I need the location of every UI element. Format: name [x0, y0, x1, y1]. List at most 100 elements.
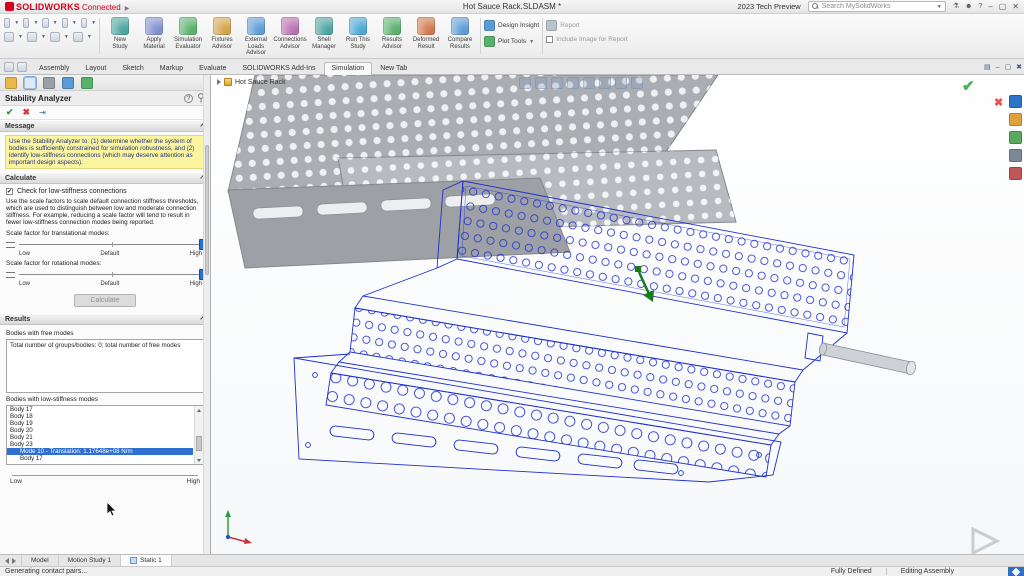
rebuild-icon[interactable] [27, 32, 37, 42]
list-item-body-19[interactable]: Body 19 [7, 420, 193, 427]
ribbon-button-shell-manager[interactable]: Shell Manager [307, 16, 341, 57]
previous-view-icon[interactable] [551, 77, 563, 89]
scrollbar-thumb[interactable] [196, 436, 202, 451]
design-insight-button[interactable]: Design Insight [484, 20, 539, 31]
list-item-body-18[interactable]: Body 18 [7, 413, 193, 420]
help-icon[interactable]: ? [184, 94, 193, 103]
ribbon-button-new-study[interactable]: New Study [103, 16, 137, 57]
translational-slider-track[interactable] [19, 239, 204, 250]
search-input[interactable]: Search MySolidWorks ▼ [808, 1, 946, 12]
fast-forward-icon[interactable]: ⇥ [39, 108, 46, 117]
low-stiffness-listbox[interactable]: Body 17Body 18Body 19Body 20Body 21Body … [6, 405, 204, 465]
listbox-scrollbar[interactable] [194, 406, 203, 464]
logo-caret-icon[interactable]: ▶ [125, 5, 130, 12]
undo-icon[interactable] [81, 18, 87, 28]
ok-check-icon[interactable]: ✔ [6, 107, 14, 118]
ribbon-button-results-advisor[interactable]: Results Advisor [375, 16, 409, 57]
user-icon[interactable]: ☻ [965, 2, 972, 12]
tab-solidworks-add-ins[interactable]: SOLIDWORKS Add-Ins [234, 62, 323, 74]
appearance-icon[interactable] [73, 32, 83, 42]
tab-sketch[interactable]: Sketch [114, 62, 151, 74]
minimize-window-icon[interactable]: – [988, 2, 992, 12]
list-item-body-23[interactable]: Body 23 [7, 441, 193, 448]
appearance-caret-icon[interactable]: ▼ [87, 34, 92, 40]
close-doc-icon[interactable]: ✖ [1016, 63, 1022, 72]
ribbon-button-apply-material[interactable]: Apply Material [137, 16, 171, 57]
ribbon-button-connections-advisor[interactable]: Connections Advisor [273, 16, 307, 57]
low-stiffness-checkbox[interactable]: Check for low-stiffness connections [6, 188, 204, 195]
open-caret-icon[interactable]: ▼ [33, 20, 38, 26]
hide-show-items-icon[interactable] [615, 77, 627, 89]
undo-caret-icon[interactable]: ▼ [91, 20, 96, 26]
close-window-icon[interactable]: ✕ [1012, 2, 1019, 12]
list-item-body-21[interactable]: Body 21 [7, 434, 193, 441]
free-modes-box[interactable]: Total number of groups/bodies: 0; total … [6, 339, 204, 393]
display-style-icon[interactable] [599, 77, 611, 89]
list-item-body-20[interactable]: Body 20 [7, 427, 193, 434]
print-caret-icon[interactable]: ▼ [72, 20, 77, 26]
ribbon-button-simulation-evaluator[interactable]: Simulation Evaluator [171, 16, 205, 57]
print-icon[interactable] [62, 18, 68, 28]
list-item-body-17[interactable]: Body 17 [7, 406, 193, 413]
view-orientation-icon[interactable] [583, 77, 595, 89]
tab-markup[interactable]: Markup [152, 62, 191, 74]
edit-appearance-icon[interactable] [631, 77, 643, 89]
options-tab-icon[interactable] [17, 62, 27, 72]
cancel-x-icon[interactable]: ✖ [23, 107, 31, 118]
tab-assembly[interactable]: Assembly [31, 62, 77, 74]
list-item-body-17[interactable]: Body 17 [7, 455, 193, 462]
flyout-arrow-icon[interactable] [217, 79, 221, 85]
beaker-icon[interactable]: ⚗ [953, 2, 959, 12]
propertymanager-tab-icon[interactable] [24, 77, 36, 89]
include-image-checkbox[interactable]: Include Image for Report [546, 36, 628, 43]
dimxpertmanager-tab-icon[interactable] [62, 77, 74, 89]
options-caret-icon[interactable]: ▼ [64, 34, 69, 40]
save-icon[interactable] [42, 18, 48, 28]
tab-layout[interactable]: Layout [77, 62, 114, 74]
open-icon[interactable] [23, 18, 29, 28]
panel-scrollbar-thumb[interactable] [205, 145, 209, 275]
ribbon-button-run-this-study[interactable]: Run This Study [341, 16, 375, 57]
design-library-icon[interactable] [1009, 113, 1022, 126]
options-icon[interactable] [50, 32, 60, 42]
zoom-to-fit-icon[interactable] [519, 77, 531, 89]
confirmation-cancel-icon[interactable]: ✖ [994, 96, 1003, 109]
ribbon-button-fixtures-advisor[interactable]: Fixtures Advisor [205, 16, 239, 57]
list-item-mode-10-translation-1-17648e-08-n-m[interactable]: Mode 10 - Translation: 1.17648e+08 N/m [7, 448, 193, 455]
displaymanager-tab-icon[interactable] [81, 77, 93, 89]
help-icon[interactable]: ? [978, 2, 982, 12]
featuremanager-tab-icon[interactable] [5, 77, 17, 89]
tab-evaluate[interactable]: Evaluate [191, 62, 234, 74]
search-caret-icon[interactable]: ▼ [937, 4, 942, 10]
save-caret-icon[interactable]: ▼ [53, 20, 58, 26]
select-caret-icon[interactable]: ▼ [18, 34, 23, 40]
results-section-header[interactable]: Results [0, 313, 210, 325]
graphics-viewport[interactable]: Hot Sauce Rack ✔ ✖ [211, 75, 1024, 554]
appearances-icon[interactable] [1009, 167, 1022, 180]
tech-preview-label[interactable]: 2023 Tech Preview [737, 2, 800, 11]
pane-display-icon[interactable]: ▤ [984, 63, 991, 72]
scroll-up-icon[interactable] [195, 406, 203, 414]
rotational-slider-track[interactable] [19, 269, 204, 280]
bottom-tab-motion-study-1[interactable]: Motion Study 1 [59, 555, 121, 566]
ribbon-button-external-loads-advisor[interactable]: External Loads Advisor [239, 16, 273, 57]
file-explorer-icon[interactable] [1009, 131, 1022, 144]
message-section-header[interactable]: Message [0, 120, 210, 132]
restore-doc-icon[interactable]: ▢ [1005, 63, 1012, 72]
tab-new-tab[interactable]: New Tab [372, 62, 415, 74]
ribbon-button-deformed-result[interactable]: Deformed Result [409, 16, 443, 57]
calculate-section-header[interactable]: Calculate [0, 172, 210, 184]
section-view-icon[interactable] [567, 77, 579, 89]
configurationmanager-tab-icon[interactable] [43, 77, 55, 89]
bottom-tab-static-1[interactable]: Static 1 [121, 555, 172, 566]
app-logo[interactable]: SOLIDWORKS Connected ▶ [5, 2, 129, 12]
restore-window-icon[interactable]: ▢ [999, 2, 1007, 12]
panel-scrollbar[interactable] [203, 75, 210, 554]
view-palette-icon[interactable] [1009, 149, 1022, 162]
report-button[interactable]: Report [546, 20, 628, 31]
new-caret-icon[interactable]: ▼ [14, 20, 19, 26]
new-icon[interactable] [4, 18, 10, 28]
tabs-scroll-left-icon[interactable] [5, 558, 9, 564]
rebuild-caret-icon[interactable]: ▼ [41, 34, 46, 40]
resources-icon[interactable] [1009, 95, 1022, 108]
